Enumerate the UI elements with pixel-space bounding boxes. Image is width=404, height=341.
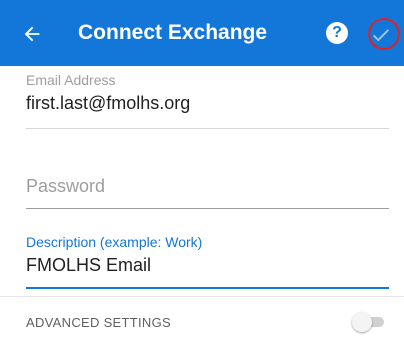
app-bar: Connect Exchange ? (0, 0, 404, 66)
connect-exchange-screen: Connect Exchange ? Email Address first.l… (0, 0, 404, 341)
password-underline (26, 208, 389, 209)
page-title: Connect Exchange (78, 21, 268, 44)
help-circle-icon: ? (332, 24, 342, 41)
advanced-settings-toggle[interactable] (352, 312, 386, 332)
password-input[interactable] (26, 174, 389, 198)
arrow-left-icon (24, 26, 40, 42)
section-divider (0, 296, 404, 297)
email-label: Email Address (26, 72, 116, 88)
toggle-thumb (352, 312, 372, 332)
email-field[interactable]: Email Address first.last@fmolhs.org (26, 72, 389, 129)
description-label: Description (example: Work) (26, 234, 203, 250)
confirm-button[interactable] (366, 20, 396, 50)
description-field[interactable]: Description (example: Work) FMOLHS Email (26, 234, 389, 289)
advanced-settings-label: ADVANCED SETTINGS (26, 315, 171, 330)
description-underline (26, 287, 389, 289)
back-button[interactable] (16, 18, 48, 50)
description-value[interactable]: FMOLHS Email (26, 254, 389, 276)
email-value[interactable]: first.last@fmolhs.org (26, 92, 389, 114)
help-button[interactable]: ? (326, 22, 348, 44)
password-field[interactable] (26, 174, 389, 209)
email-underline (26, 128, 389, 129)
checkmark-icon (373, 29, 389, 42)
